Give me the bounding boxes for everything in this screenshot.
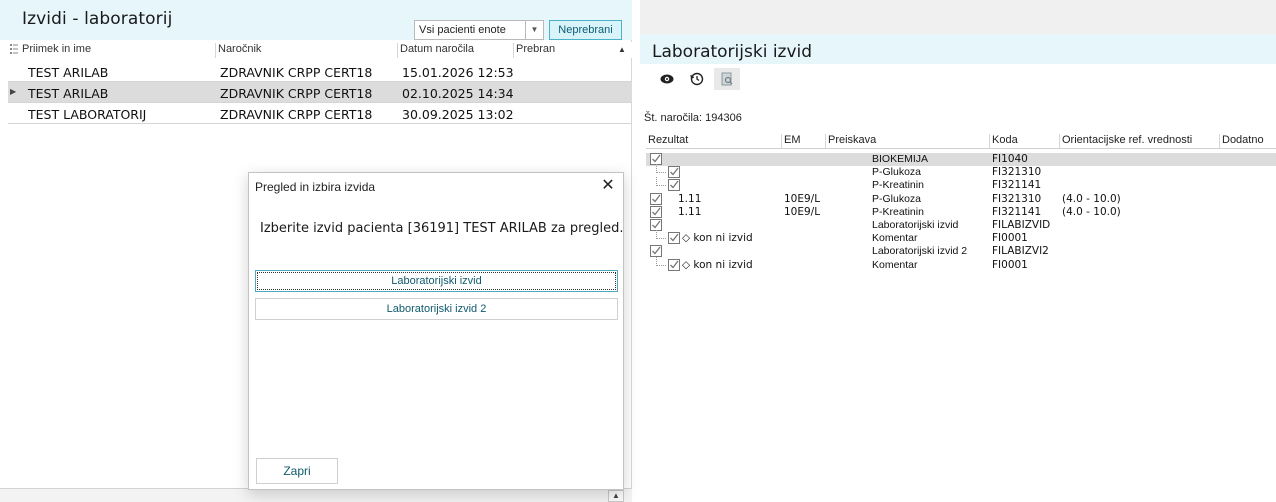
row-orderer: ZDRAVNIK CRPP CERT18 (220, 107, 373, 122)
checkbox-checked-icon[interactable] (668, 232, 680, 245)
result-reference: (4.0 - 10.0) (1062, 205, 1121, 218)
tree-connector (656, 164, 666, 174)
close-icon[interactable]: ✕ (597, 176, 619, 196)
column-header-test[interactable]: Preiskava (826, 134, 990, 148)
result-row[interactable]: P-Glukoza FI321310 (646, 164, 1276, 179)
row-patient-name: TEST ARILAB (28, 65, 109, 80)
tree-connector (656, 177, 666, 187)
report-option-lab-report-2[interactable]: Laboratorijski izvid 2 (255, 298, 618, 320)
checkbox-checked-icon[interactable] (650, 205, 662, 218)
checkbox-checked-icon[interactable] (650, 219, 662, 231)
row-date: 02.10.2025 14:34 (402, 86, 514, 101)
column-header-orderer[interactable]: Naročnik (216, 43, 398, 58)
result-unit: 10E9/L (784, 192, 821, 205)
result-value: 1.11 (678, 205, 702, 218)
right-topbar (640, 0, 1276, 34)
checkbox-checked-icon[interactable] (668, 258, 680, 271)
result-code: FI321141 (992, 205, 1042, 218)
result-row[interactable]: 1.11 10E9/L P-Kreatinin FI321141 (4.0 - 10.0… (646, 205, 1276, 219)
checkbox-checked-icon[interactable] (650, 245, 662, 258)
column-header-code[interactable]: Koda (990, 134, 1060, 148)
current-row-indicator-icon: ▶ (10, 87, 17, 96)
report-title: Laboratorijski izvid (652, 42, 813, 62)
result-row[interactable]: BIOKEMIJA FI1040 (646, 153, 1276, 166)
chevron-down-icon[interactable]: ▼ (525, 21, 543, 39)
table-row[interactable]: TEST ARILAB ZDRAVNIK CRPP CERT18 15.01.2… (8, 61, 632, 82)
checkbox-checked-icon[interactable] (668, 166, 680, 179)
result-code: FI0001 (992, 258, 1028, 271)
result-test: P-Glukoza (872, 192, 922, 205)
result-test: P-Glukoza (872, 166, 922, 179)
result-row[interactable]: ◇ kon ni izvid Komentar FI0001 (646, 256, 1276, 272)
result-test: BIOKEMIJA (872, 153, 929, 165)
column-header-result[interactable]: Rezultat (646, 134, 782, 148)
result-value: 1.11 (678, 192, 702, 205)
patient-filter-select[interactable]: Vsi pacienti enote ▼ (414, 20, 544, 40)
page-title: Izvidi - laboratorij (22, 9, 173, 29)
row-date: 15.01.2026 12:53 (402, 65, 514, 80)
result-code: FILABIZVI2 (992, 245, 1049, 258)
result-row[interactable]: ◇ kon ni izvid Komentar FI0001 (646, 230, 1276, 245)
result-row[interactable]: P-Kreatinin FI321141 (646, 177, 1276, 192)
result-test: Laboratorijski izvid 2 (872, 245, 968, 258)
left-bottom-bar (0, 488, 632, 502)
document-view-icon[interactable] (714, 68, 740, 90)
table-row[interactable]: ▶ TEST ARILAB ZDRAVNIK CRPP CERT18 02.10… (8, 82, 632, 103)
result-code: FI1040 (992, 153, 1028, 165)
right-pane: Laboratorijski izvid Št. naročila: 19430… (640, 0, 1276, 502)
column-header-additional[interactable]: Dodatno (1220, 134, 1276, 148)
result-code: FI321141 (992, 179, 1042, 192)
result-test: P-Kreatinin (872, 205, 924, 218)
result-code: FI321310 (992, 192, 1042, 205)
result-test: P-Kreatinin (872, 179, 924, 192)
result-value: ◇ kon ni izvid (682, 232, 753, 245)
result-unit: 10E9/L (784, 205, 821, 218)
sort-ascending-icon: ▲ (618, 45, 626, 54)
result-test: Komentar (872, 258, 918, 271)
result-row[interactable]: 1.11 10E9/L P-Glukoza FI321310 (4.0 - 10.0) (646, 192, 1276, 206)
report-option-lab-report[interactable]: Laboratorijski izvid (255, 270, 618, 292)
results-grid-header: Priimek in ime Naročnik Datum naročila P… (8, 42, 632, 58)
dialog-message: Izberite izvid pacienta [36191] TEST ARI… (260, 221, 624, 236)
row-patient-name: TEST LABORATORIJ (28, 107, 147, 122)
column-header-name[interactable]: Priimek in ime (20, 43, 216, 58)
dialog-title: Pregled in izbira izvida (255, 180, 376, 194)
column-chooser-icon[interactable] (10, 44, 18, 54)
row-patient-name: TEST ARILAB (28, 86, 109, 101)
result-code: FILABIZVID (992, 219, 1051, 231)
column-header-reference[interactable]: Orientacijske ref. vrednosti (1060, 134, 1220, 148)
result-reference: (4.0 - 10.0) (1062, 192, 1121, 205)
tree-connector (656, 256, 666, 266)
history-icon[interactable] (684, 68, 710, 90)
row-date: 30.09.2025 13:02 (402, 107, 514, 122)
column-header-date[interactable]: Datum naročila (398, 43, 514, 58)
table-row[interactable]: TEST LABORATORIJ ZDRAVNIK CRPP CERT18 30… (8, 103, 632, 124)
eye-icon[interactable] (654, 68, 680, 90)
checkbox-checked-icon[interactable] (668, 179, 680, 192)
result-value: ◇ kon ni izvid (682, 258, 753, 271)
scroll-up-icon[interactable]: ▲ (608, 490, 624, 502)
column-header-unit[interactable]: EM (782, 134, 826, 148)
result-grid-header: Rezultat EM Preiskava Koda Orientacijske… (646, 131, 1276, 149)
result-test: Komentar (872, 232, 918, 245)
column-header-read[interactable]: Prebran (514, 43, 620, 58)
result-row[interactable]: Laboratorijski izvid 2 FILABIZVI2 (646, 245, 1276, 258)
result-code: FI0001 (992, 232, 1028, 245)
tree-connector (656, 230, 666, 240)
row-orderer: ZDRAVNIK CRPP CERT18 (220, 86, 373, 101)
result-code: FI321310 (992, 166, 1042, 179)
result-test: Laboratorijski izvid (872, 219, 959, 231)
checkbox-checked-icon[interactable] (650, 192, 662, 205)
row-orderer: ZDRAVNIK CRPP CERT18 (220, 65, 373, 80)
close-button[interactable]: Zapri (256, 458, 338, 484)
filter-select-value: Vsi pacienti enote (419, 24, 506, 36)
unread-filter-button[interactable]: Neprebrani (549, 20, 622, 40)
checkbox-checked-icon[interactable] (650, 153, 662, 165)
result-row[interactable]: Laboratorijski izvid FILABIZVID (646, 219, 1276, 232)
order-number-label: Št. naročila: 194306 (644, 112, 742, 124)
report-selection-dialog: Pregled in izbira izvida ✕ Izberite izvi… (248, 172, 624, 490)
